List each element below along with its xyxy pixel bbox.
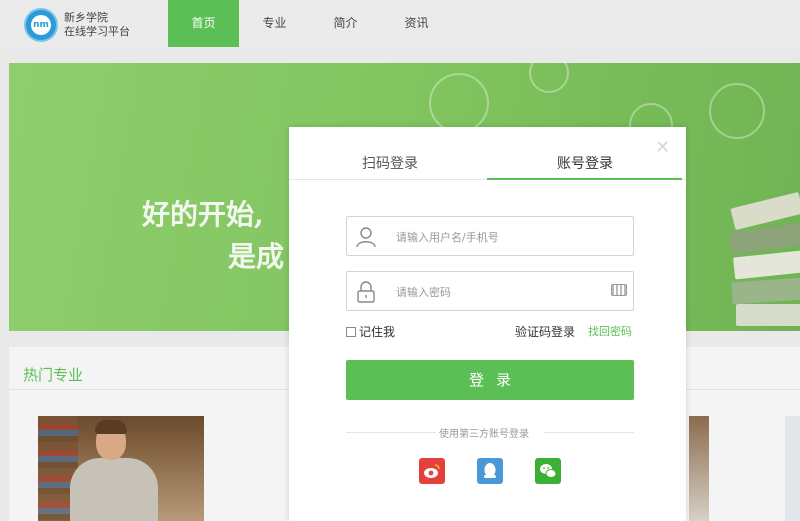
- section-title: 热门专业: [23, 366, 84, 384]
- brand-line-1: 新乡学院: [64, 11, 108, 24]
- top-header: nm 新乡学院 在线学习平台 首页 专业 简介 资讯: [0, 0, 800, 47]
- tab-qr-login[interactable]: 扫码登录: [362, 153, 418, 173]
- books-illustration: [728, 190, 800, 331]
- login-modal: ✕ 扫码登录 账号登录 请输入用户名/手机号 请输入密码 记住我 验证码登录 找…: [289, 127, 686, 521]
- decor-globe: [709, 83, 765, 139]
- username-input[interactable]: 请输入用户名/手机号: [346, 216, 634, 256]
- divider-right: [544, 432, 634, 433]
- login-button[interactable]: 登录: [346, 360, 634, 400]
- third-party-login-label: 使用第三方账号登录: [439, 429, 529, 440]
- major-card-image[interactable]: [785, 416, 800, 521]
- wechat-icon[interactable]: [535, 458, 561, 484]
- main-nav: 首页 专业 简介 资讯: [168, 0, 452, 47]
- password-placeholder: 请输入密码: [396, 286, 451, 299]
- remember-me[interactable]: 记住我: [346, 323, 395, 340]
- remember-me-label: 记住我: [359, 325, 396, 339]
- user-icon: [356, 227, 376, 248]
- username-placeholder: 请输入用户名/手机号: [396, 231, 499, 244]
- brand-name: 新乡学院 在线学习平台: [64, 11, 130, 39]
- brand-line-2: 在线学习平台: [64, 25, 130, 38]
- decor-circle: [429, 73, 489, 133]
- school-logo-icon[interactable]: nm: [24, 8, 58, 42]
- nav-item-intro[interactable]: 简介: [310, 0, 381, 47]
- forgot-password-link[interactable]: 找回密码: [588, 323, 632, 339]
- keyboard-icon[interactable]: [611, 284, 627, 296]
- close-icon[interactable]: ✕: [655, 137, 670, 158]
- banner-slogan-line-2: 是成: [228, 240, 285, 273]
- qq-icon[interactable]: [477, 458, 503, 484]
- divider-left: [346, 432, 436, 433]
- major-card-image[interactable]: [689, 416, 709, 521]
- tab-account-login[interactable]: 账号登录: [557, 153, 613, 173]
- active-tab-indicator: [487, 178, 682, 180]
- nav-item-home[interactable]: 首页: [168, 0, 239, 47]
- nav-item-news[interactable]: 资讯: [381, 0, 452, 47]
- remember-me-checkbox[interactable]: [346, 326, 356, 337]
- lock-icon: [357, 281, 375, 303]
- banner-slogan-line-1: 好的开始,: [142, 198, 264, 231]
- major-card-image[interactable]: [38, 416, 204, 521]
- nav-item-majors[interactable]: 专业: [239, 0, 310, 47]
- sms-login-link[interactable]: 验证码登录: [515, 323, 575, 340]
- password-input[interactable]: 请输入密码: [346, 271, 634, 311]
- decor-circle: [529, 63, 569, 93]
- weibo-icon[interactable]: [419, 458, 445, 484]
